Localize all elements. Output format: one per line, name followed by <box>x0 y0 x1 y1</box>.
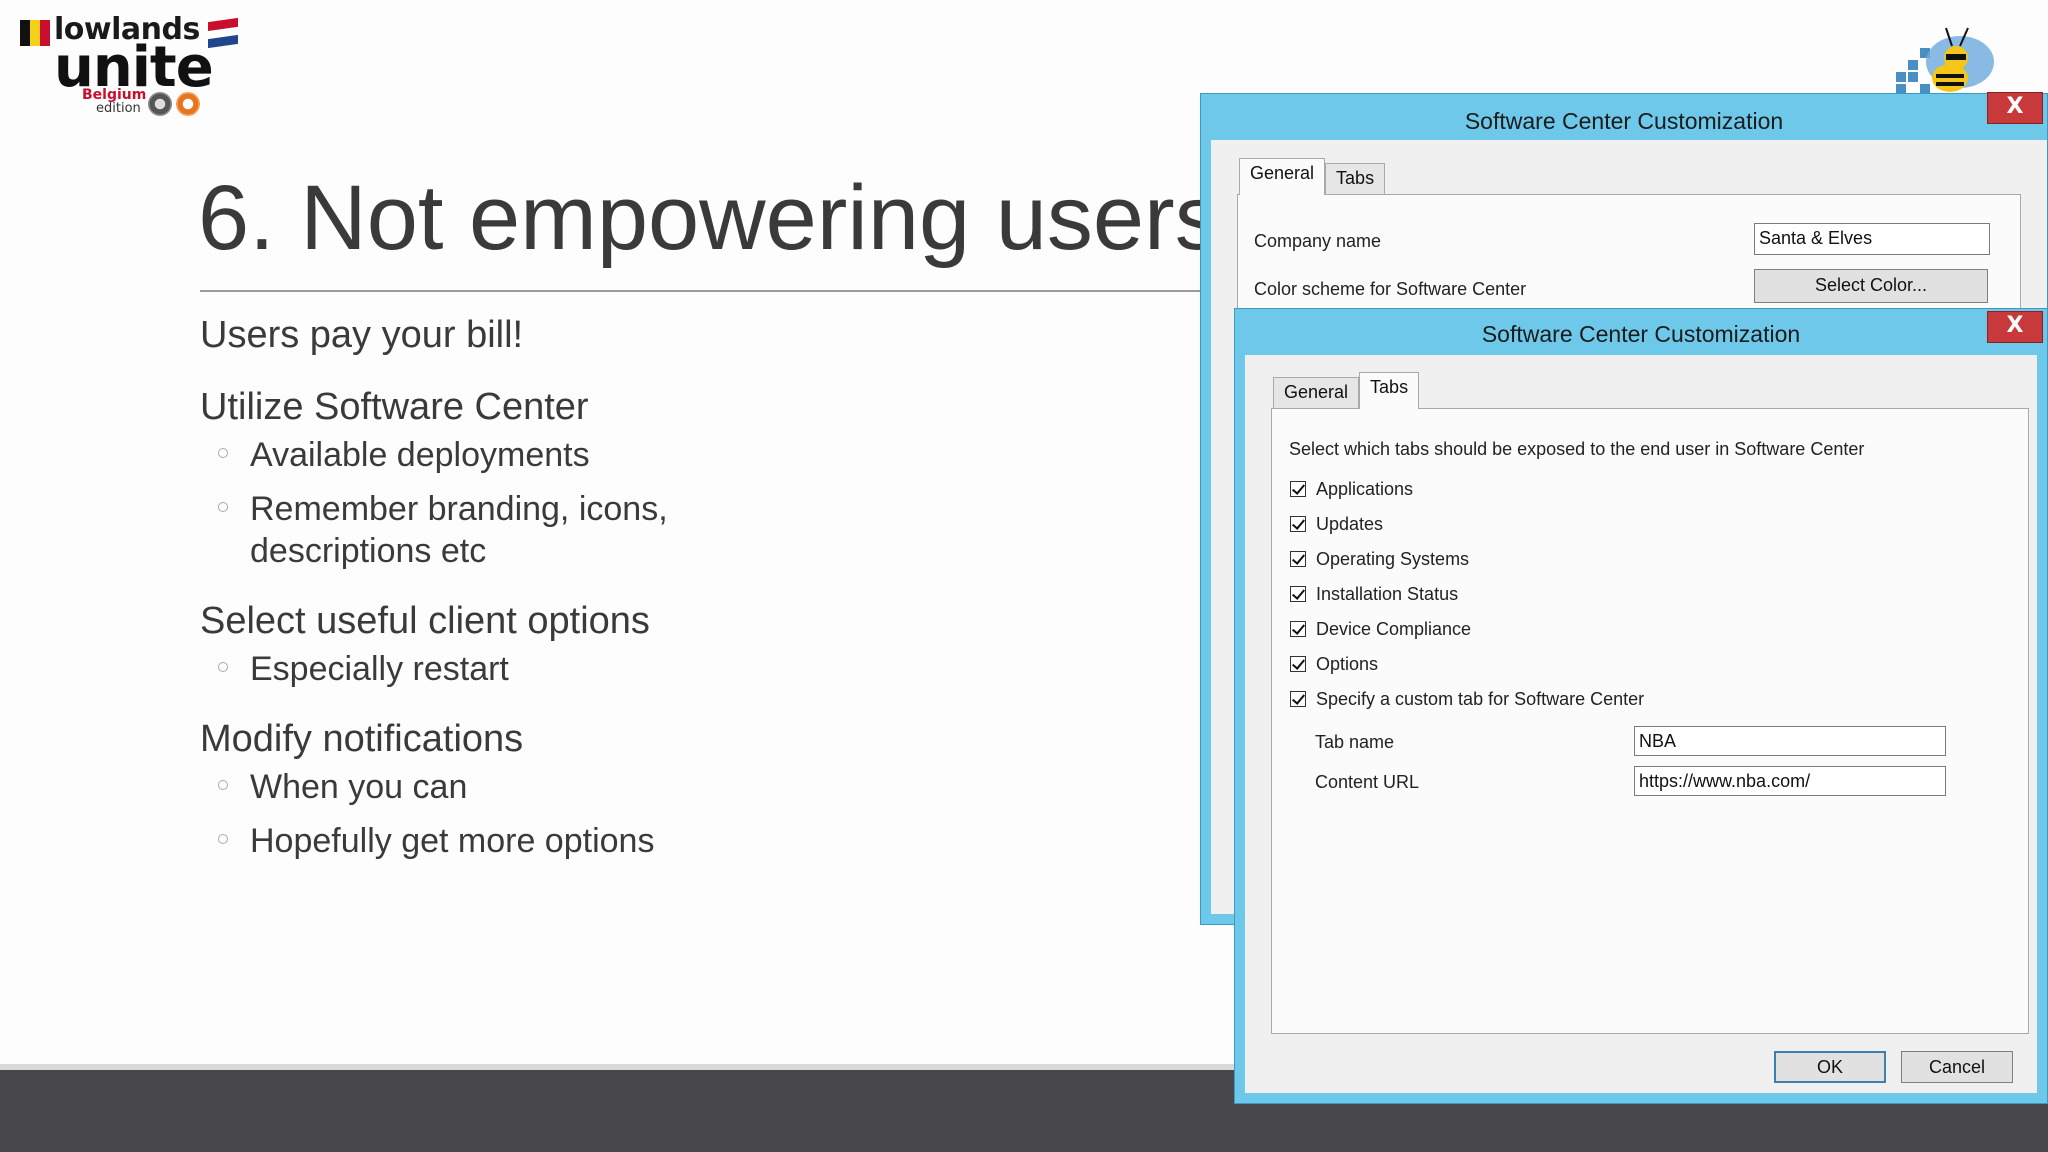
sub-bullet: Available deployments <box>200 434 1000 476</box>
sub-bullet-text: Available deployments <box>250 436 590 474</box>
company-name-field[interactable]: Santa & Elves <box>1754 223 1990 255</box>
checkbox-operating-systems[interactable]: Operating Systems <box>1290 546 1469 572</box>
close-button[interactable]: X <box>1987 311 2043 343</box>
cancel-button[interactable]: Cancel <box>1901 1051 2013 1083</box>
checkbox-custom-tab[interactable]: Specify a custom tab for Software Center <box>1290 686 1644 712</box>
tab-name-field[interactable]: NBA <box>1634 726 1946 756</box>
dialog-title-bar[interactable]: Software Center Customization <box>1201 94 2047 140</box>
dialog-title: Software Center Customization <box>1464 108 1784 134</box>
checked-checkbox-icon[interactable] <box>1290 551 1306 567</box>
checkbox-options[interactable]: Options <box>1290 651 1378 677</box>
tab-general[interactable]: General <box>1273 377 1360 408</box>
lowlands-unite-logo: lowlands unite Belgium edition <box>20 12 250 124</box>
checked-checkbox-icon[interactable] <box>1290 656 1306 672</box>
slide-bullet-list: Users pay your bill! Utilize Software Ce… <box>200 312 1000 874</box>
tab-strip: General Tabs <box>1239 158 1386 195</box>
checked-checkbox-icon[interactable] <box>1290 586 1306 602</box>
logo-edition-label: edition <box>96 101 141 116</box>
sub-bullet-text: When you can <box>250 768 468 806</box>
orange-gear-icon <box>176 92 200 116</box>
dialog-title: Software Center Customization <box>1481 321 1801 347</box>
sub-bullet: When you can <box>200 766 1000 808</box>
tab-tabs[interactable]: Tabs <box>1359 372 1420 409</box>
content-url-field[interactable]: https://www.nba.com/ <box>1634 766 1946 796</box>
checked-checkbox-icon[interactable] <box>1290 481 1306 497</box>
ok-button[interactable]: OK <box>1774 1051 1886 1083</box>
checkbox-label: Device Compliance <box>1316 618 1472 639</box>
checkbox-label: Installation Status <box>1316 583 1459 604</box>
checkbox-device-compliance[interactable]: Device Compliance <box>1290 616 1471 642</box>
sub-bullet-text: descriptions etc <box>250 532 487 570</box>
bullet-dot-icon <box>218 834 228 844</box>
checkbox-label: Specify a custom tab for Software Center <box>1316 688 1645 709</box>
select-color-button[interactable]: Select Color... <box>1754 269 1988 303</box>
bullet-users-pay: Users pay your bill! <box>200 314 524 356</box>
bullet-software-center: Utilize Software Center <box>200 386 589 428</box>
sub-bullet-text: Hopefully get more options <box>250 822 655 860</box>
bullet-dot-icon <box>218 662 228 672</box>
bee-mascot-icon <box>1896 27 1994 94</box>
checkbox-label: Options <box>1316 653 1379 674</box>
dialog-client-area: General Tabs Select which tabs should be… <box>1245 355 2037 1093</box>
tab-name-label: Tab name <box>1315 732 1395 752</box>
bullet-dot-icon <box>218 780 228 790</box>
bullet-dot-icon <box>218 448 228 458</box>
title-divider <box>200 290 1200 292</box>
checked-checkbox-icon[interactable] <box>1290 691 1306 707</box>
checked-checkbox-icon[interactable] <box>1290 621 1306 637</box>
sub-bullet: Remember branding, icons, <box>200 488 1000 530</box>
sub-bullet: Hopefully get more options <box>200 820 1000 862</box>
tab-panel-tabs: Select which tabs should be exposed to t… <box>1271 408 2029 1034</box>
tab-tabs[interactable]: Tabs <box>1325 163 1386 194</box>
dialog-tabs-window: Software Center Customization X General … <box>1234 308 2048 1104</box>
color-scheme-label: Color scheme for Software Center <box>1254 279 1527 299</box>
sub-bullet: Especially restart <box>200 648 1000 690</box>
content-url-label: Content URL <box>1315 772 1420 792</box>
logo-edition-belgium: Belgium <box>82 87 147 103</box>
company-name-label: Company name <box>1254 231 1382 251</box>
checkbox-updates[interactable]: Updates <box>1290 511 1383 537</box>
checkbox-applications[interactable]: Applications <box>1290 476 1413 502</box>
slide-title: 6. Not empowering users <box>198 167 1221 269</box>
checkbox-label: Applications <box>1316 478 1414 499</box>
checkbox-label: Updates <box>1316 513 1384 534</box>
sub-bullet-text: Remember branding, icons, <box>250 490 668 528</box>
gear-icon <box>148 92 172 116</box>
belgium-flag-icon <box>20 20 50 46</box>
tabs-instruction-text: Select which tabs should be exposed to t… <box>1289 439 1865 459</box>
checkbox-installation-status[interactable]: Installation Status <box>1290 581 1458 607</box>
checkbox-label: Operating Systems <box>1316 548 1470 569</box>
sub-bullet-text: Especially restart <box>250 650 509 688</box>
checked-checkbox-icon[interactable] <box>1290 516 1306 532</box>
bullet-client-options: Select useful client options <box>200 600 650 642</box>
sub-bullet-continuation: descriptions etc <box>200 530 1000 572</box>
tab-strip: General Tabs <box>1273 372 1420 409</box>
tab-general[interactable]: General <box>1239 158 1326 195</box>
dialog-title-bar[interactable]: Software Center Customization <box>1235 309 2047 355</box>
close-button[interactable]: X <box>1987 92 2043 124</box>
bullet-dot-icon <box>218 502 228 512</box>
bullet-notifications: Modify notifications <box>200 718 524 760</box>
